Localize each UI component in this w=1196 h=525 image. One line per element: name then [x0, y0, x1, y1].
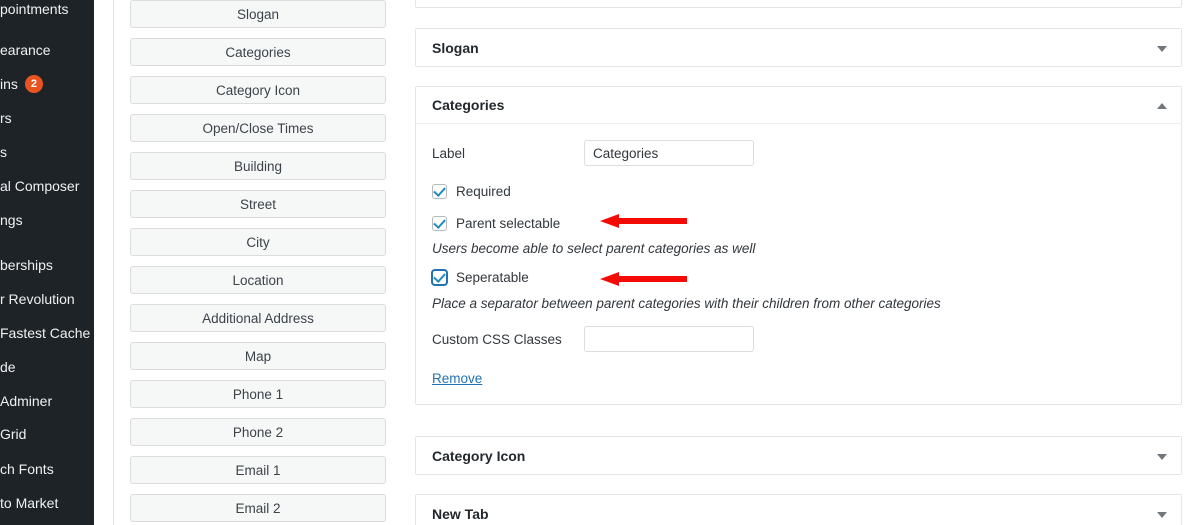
field-button-additional-address[interactable]: Additional Address [130, 304, 386, 332]
sidebar-item-memberships[interactable]: berships [0, 250, 94, 280]
panel-slogan-title: Slogan [432, 39, 479, 56]
sidebar-item-label: pointments [0, 1, 69, 17]
parent-selectable-checkbox-row[interactable]: Parent selectable [432, 216, 1165, 231]
panel-category-icon: Category Icon [415, 436, 1182, 475]
sidebar-item-label: earance [0, 42, 51, 58]
chevron-down-icon[interactable] [1157, 453, 1167, 460]
sidebar-item-label: Grid [0, 426, 27, 442]
panel-categories: Categories Label Required Parent selec [415, 86, 1182, 405]
sidebar-item-appointments[interactable]: pointments [0, 0, 94, 24]
label-field-input[interactable] [584, 140, 754, 166]
custom-css-label: Custom CSS Classes [432, 331, 562, 347]
label-field-label: Label [432, 145, 466, 161]
sidebar-item-wp-fastest-cache[interactable]: Fastest Cache [0, 318, 94, 348]
sidebar-item-slider-revolution[interactable]: r Revolution [0, 284, 94, 314]
field-button-phone-2[interactable]: Phone 2 [130, 418, 386, 446]
seperatable-checkbox-label: Seperatable [456, 270, 529, 285]
sidebar-item-market[interactable]: to Market [0, 488, 94, 518]
sidebar-item-label: ngs [0, 212, 23, 228]
panel-slogan-header[interactable]: Slogan [416, 29, 1181, 66]
wordpress-admin-sidebar: pointments earance ins 2 rs s al Composer… [0, 0, 94, 525]
sidebar-item-adminer[interactable]: Adminer [0, 386, 94, 416]
field-button-city[interactable]: City [130, 228, 386, 256]
required-checkbox-row[interactable]: Required [432, 184, 1165, 199]
panel-new-tab-title: New Tab [432, 505, 489, 522]
chevron-down-icon[interactable] [1157, 45, 1167, 52]
sidebar-item-label: al Composer [0, 178, 80, 194]
required-checkbox-label: Required [456, 184, 511, 199]
sidebar-item-plugins[interactable]: ins 2 [0, 69, 94, 99]
panel-categories-title: Categories [432, 97, 505, 113]
field-button-open-close-times[interactable]: Open/Close Times [130, 114, 386, 142]
sidebar-item-label: r Revolution [0, 291, 75, 307]
panel-previous-partial [415, 0, 1182, 8]
required-checkbox[interactable] [432, 184, 447, 199]
form-builder-panels: Slogan Categories Label Required [403, 0, 1196, 525]
sidebar-item-label: s [0, 144, 7, 160]
sidebar-item-users[interactable]: rs [0, 103, 94, 133]
sidebar-item-label: Adminer [0, 393, 53, 409]
parent-selectable-checkbox-label: Parent selectable [456, 216, 561, 231]
chevron-up-icon[interactable] [1157, 103, 1167, 109]
parent-selectable-checkbox[interactable] [432, 216, 447, 231]
chevron-down-icon[interactable] [1157, 511, 1167, 518]
sidebar-item-settings[interactable]: ngs [0, 205, 94, 235]
sidebar-item-label: de [0, 359, 16, 375]
field-button-category-icon[interactable]: Category Icon [130, 76, 386, 104]
field-button-categories[interactable]: Categories [130, 38, 386, 66]
field-button-street[interactable]: Street [130, 190, 386, 218]
field-button-phone-1[interactable]: Phone 1 [130, 380, 386, 408]
field-button-building[interactable]: Building [130, 152, 386, 180]
seperatable-hint: Place a separator between parent categor… [432, 296, 941, 311]
custom-css-row: Custom CSS Classes [432, 326, 1165, 352]
field-button-email-2[interactable]: Email 2 [130, 494, 386, 522]
sidebar-item-appearance[interactable]: earance [0, 35, 94, 65]
sidebar-item-label: berships [0, 257, 53, 273]
panel-new-tab: New Tab [415, 494, 1182, 525]
sidebar-item-fonts[interactable]: ch Fonts [0, 454, 94, 484]
panel-categories-header[interactable]: Categories [416, 87, 1181, 124]
sidebar-item-tools[interactable]: s [0, 137, 94, 167]
panel-category-icon-title: Category Icon [432, 447, 526, 464]
field-button-slogan[interactable]: Slogan [130, 0, 386, 28]
sidebar-item-label: to Market [0, 495, 59, 511]
seperatable-checkbox-row[interactable]: Seperatable [432, 270, 1165, 285]
field-button-email-1[interactable]: Email 1 [130, 456, 386, 484]
label-field-row: Label [432, 140, 1165, 166]
field-button-map[interactable]: Map [130, 342, 386, 370]
sidebar-item-label: ch Fonts [0, 461, 54, 477]
screen-root: pointments earance ins 2 rs s al Composer… [0, 0, 1196, 525]
panel-categories-body: Label Required Parent selectable Users b… [416, 124, 1181, 404]
sidebar-item-label: ins [0, 76, 18, 92]
available-fields-list: Slogan Categories Category Icon Open/Clo… [113, 0, 403, 525]
sidebar-item-code[interactable]: de [0, 352, 94, 382]
sidebar-item-visual-composer[interactable]: al Composer [0, 171, 94, 201]
panel-new-tab-header[interactable]: New Tab [416, 495, 1181, 525]
custom-css-input[interactable] [584, 326, 754, 352]
remove-field-link[interactable]: Remove [432, 371, 482, 386]
field-button-location[interactable]: Location [130, 266, 386, 294]
sidebar-item-label: rs [0, 110, 12, 126]
sidebar-item-grid[interactable]: Grid [0, 419, 94, 449]
panel-category-icon-header[interactable]: Category Icon [416, 437, 1181, 474]
panel-slogan: Slogan [415, 28, 1182, 67]
remove-link-row: Remove [432, 370, 1165, 388]
sidebar-item-label: Fastest Cache [0, 325, 91, 341]
seperatable-checkbox[interactable] [432, 270, 447, 285]
parent-selectable-hint: Users become able to select parent categ… [432, 241, 756, 256]
plugins-update-badge: 2 [24, 75, 43, 93]
